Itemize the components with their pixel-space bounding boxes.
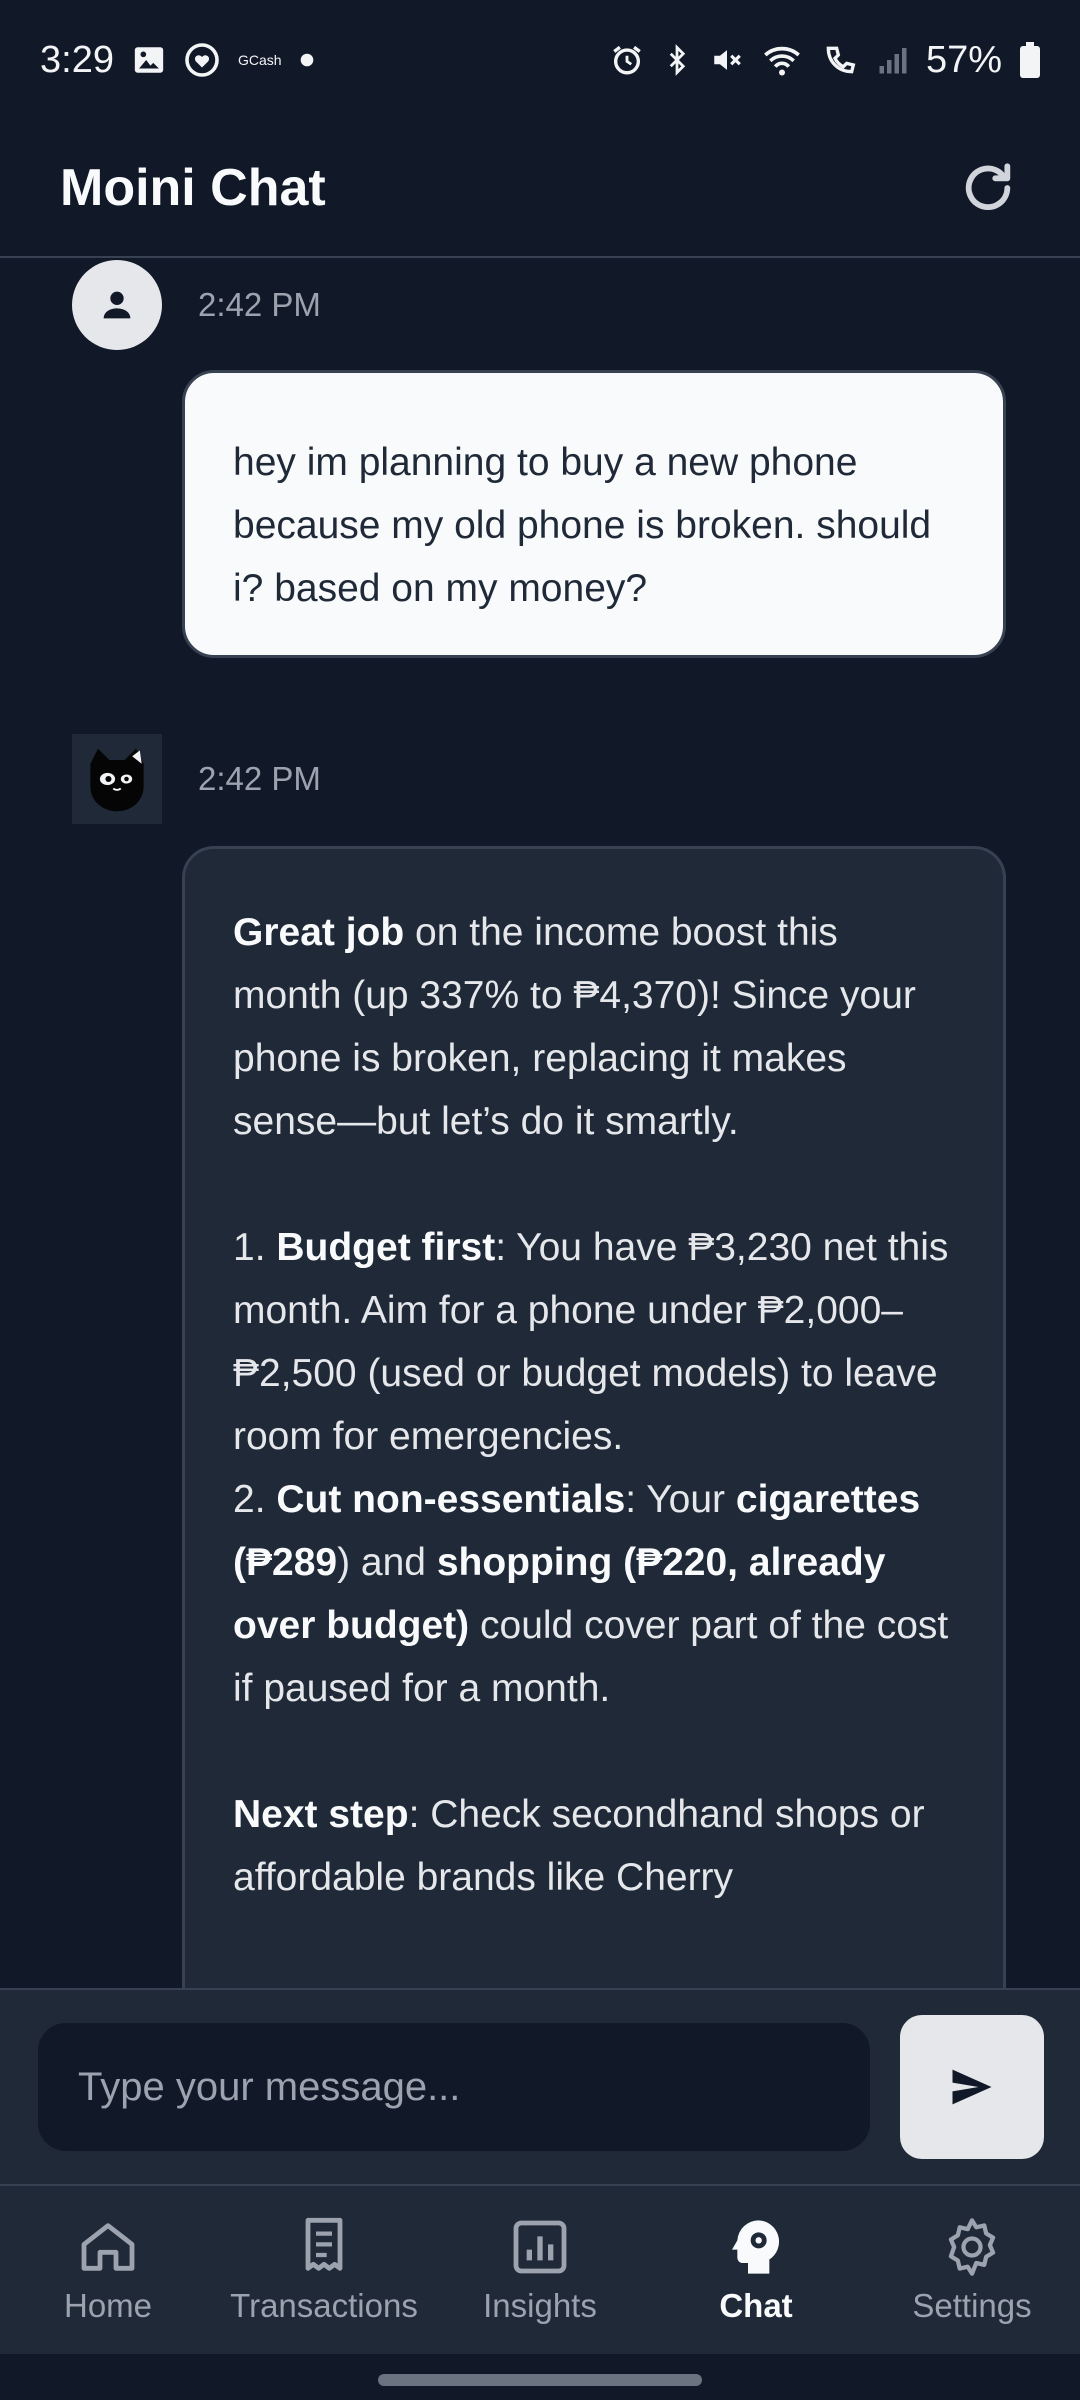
- bold-text: Cut non-essentials: [276, 1478, 626, 1521]
- home-icon: [81, 2223, 135, 2271]
- refresh-icon: [965, 163, 1011, 211]
- mute-icon: [710, 43, 744, 77]
- more-notifications-dot-icon: [300, 53, 314, 67]
- nav-label: Home: [63, 2287, 153, 2324]
- text: ) and: [337, 1541, 437, 1584]
- home-indicator[interactable]: [378, 2374, 702, 2386]
- nav-chat[interactable]: Chat: [648, 2215, 864, 2325]
- bot-message-bubble: Great job on the income boost this month…: [182, 846, 1006, 1988]
- bold-text: Budget first: [276, 1226, 496, 1269]
- text: : Your: [625, 1478, 736, 1521]
- nav-insights[interactable]: Insights: [432, 2215, 648, 2325]
- bot-message-header: 2:42 PM: [72, 734, 321, 824]
- bar-chart-icon: [513, 2220, 567, 2274]
- list-number: 1.: [233, 1226, 277, 1269]
- nav-label: Chat: [719, 2287, 793, 2324]
- send-icon: [952, 2069, 992, 2105]
- status-time: 3:29: [40, 38, 114, 81]
- bot-paragraph-intro: Great job on the income boost this month…: [233, 901, 955, 1153]
- nav-label: Settings: [912, 2287, 1032, 2324]
- user-message-text: hey im planning to buy a new phone becau…: [233, 441, 932, 610]
- chat-messages[interactable]: 2:42 PM hey im planning to buy a new pho…: [0, 260, 1080, 1988]
- message-input-bar: [0, 1988, 1080, 2184]
- user-message-bubble: hey im planning to buy a new phone becau…: [182, 370, 1006, 658]
- message-input[interactable]: [36, 2021, 873, 2153]
- app-title: Moini Chat: [60, 159, 326, 217]
- nav-transactions[interactable]: Transactions: [216, 2215, 432, 2325]
- nav-label: Transactions: [230, 2287, 418, 2324]
- nav-label: Insights: [483, 2287, 597, 2324]
- gallery-notification-icon: [132, 43, 166, 77]
- bot-avatar: [72, 734, 162, 824]
- wifi-icon: [762, 43, 802, 77]
- status-bar: 3:29 GCash 57%: [0, 0, 1080, 120]
- list-number: 2.: [233, 1478, 277, 1521]
- bottom-navigation: Home Transactions Insights Chat Settings: [0, 2184, 1080, 2354]
- app-bar: Moini Chat: [0, 120, 1080, 258]
- gcash-notification-icon: GCash: [237, 52, 282, 68]
- status-left: 3:29 GCash: [40, 39, 314, 82]
- battery-percent: 57%: [925, 38, 1002, 81]
- user-avatar: [72, 260, 162, 350]
- receipt-icon: [305, 2217, 343, 2271]
- status-right: 57%: [610, 39, 1040, 82]
- nav-settings[interactable]: Settings: [864, 2215, 1080, 2325]
- bluetooth-icon: [662, 43, 692, 77]
- refresh-button[interactable]: [956, 156, 1020, 220]
- user-message-time: 2:42 PM: [198, 286, 321, 323]
- person-icon: [103, 291, 131, 319]
- send-button[interactable]: [900, 2015, 1044, 2159]
- bot-next-step: Next step: Check secondhand shops or aff…: [233, 1783, 955, 1909]
- user-message-header: 2:42 PM: [72, 260, 321, 350]
- nav-home[interactable]: Home: [0, 2215, 216, 2325]
- bold-text: Next step: [233, 1793, 409, 1836]
- heart-notification-icon: [184, 42, 220, 78]
- psychology-head-icon: [732, 2220, 780, 2274]
- alarm-icon: [610, 43, 644, 77]
- cat-mascot-icon: [90, 748, 144, 812]
- wifi-calling-icon: [820, 43, 860, 77]
- bot-message-time: 2:42 PM: [198, 760, 321, 797]
- bot-list-item-2: 2. Cut non-essentials: Your cigarettes (…: [233, 1468, 955, 1720]
- signal-icon: [878, 45, 908, 75]
- battery-icon: [1020, 42, 1040, 78]
- bot-list-item-1: 1. Budget first: You have ₱3,230 net thi…: [233, 1216, 955, 1468]
- gear-icon: [948, 2218, 996, 2276]
- bold-text: Great job: [233, 911, 405, 954]
